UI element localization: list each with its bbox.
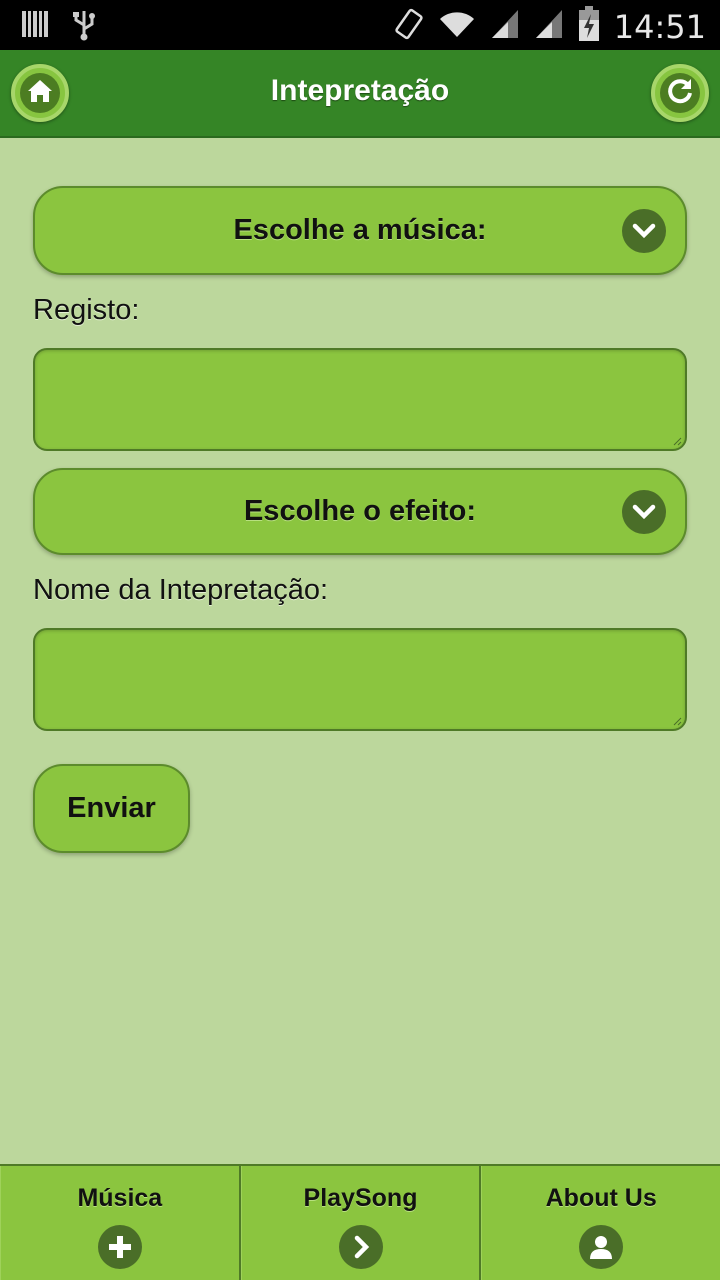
music-select[interactable]: Escolhe a música: xyxy=(33,186,687,275)
refresh-icon xyxy=(666,77,694,110)
chevron-down-icon xyxy=(622,208,666,253)
registo-textarea[interactable] xyxy=(33,348,687,451)
plus-icon xyxy=(97,1225,142,1269)
signal-icon xyxy=(490,8,520,45)
battery-charging-icon xyxy=(578,6,600,47)
usb-icon xyxy=(72,9,96,46)
wifi-icon xyxy=(438,9,476,44)
barcode-icon xyxy=(22,9,48,46)
user-icon xyxy=(579,1225,624,1269)
nav-item-playsong[interactable]: PlaySong xyxy=(240,1166,482,1280)
nav-item-about-us[interactable]: About Us xyxy=(481,1166,720,1280)
status-bar: 14:51 xyxy=(0,0,720,50)
chevron-down-icon xyxy=(622,489,666,534)
resize-grip-icon xyxy=(673,437,682,446)
submit-button[interactable]: Enviar xyxy=(33,764,190,853)
resize-grip-icon xyxy=(673,717,682,726)
effect-select-label: Escolhe o efeito: xyxy=(243,495,477,527)
nav-item-musica[interactable]: Música xyxy=(0,1166,241,1280)
nav-item-label: PlaySong xyxy=(303,1184,418,1212)
status-time: 14:51 xyxy=(613,7,706,46)
interpretation-name-label: Nome da Intepretação: xyxy=(33,574,329,606)
page-title: Intepretação xyxy=(270,74,450,107)
chevron-right-icon xyxy=(338,1225,383,1269)
effect-select[interactable]: Escolhe o efeito: xyxy=(33,468,687,555)
signal-icon xyxy=(534,8,564,45)
footer-nav: Música PlaySong About Us xyxy=(0,1164,720,1280)
nav-item-label: Música xyxy=(77,1184,163,1212)
refresh-button[interactable] xyxy=(651,64,709,122)
registo-label: Registo: xyxy=(33,294,140,326)
music-select-label: Escolhe a música: xyxy=(233,214,487,246)
vibrate-icon xyxy=(394,7,424,46)
interpretation-name-textarea[interactable] xyxy=(33,628,687,731)
nav-item-label: About Us xyxy=(545,1184,657,1212)
header-bar: Intepretação xyxy=(0,50,720,138)
